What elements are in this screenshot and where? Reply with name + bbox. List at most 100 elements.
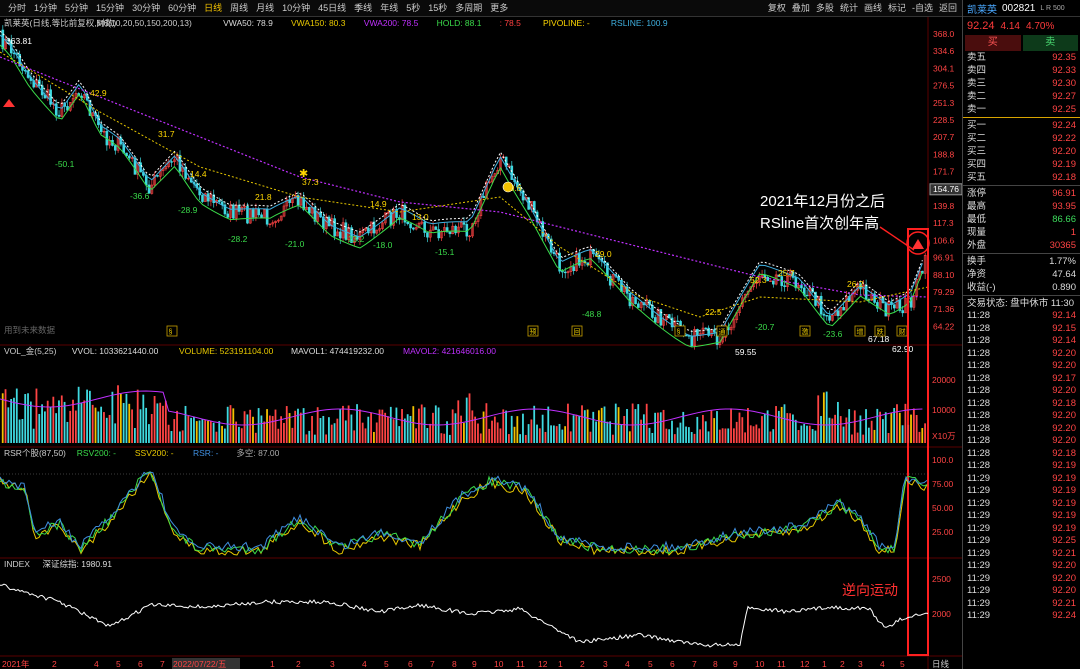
- tick-time: 11:29: [967, 522, 991, 534]
- volume-bar: [299, 412, 302, 443]
- volume-bar: [370, 412, 372, 443]
- volume-bar: [527, 424, 530, 443]
- tool-button[interactable]: 多股: [813, 0, 837, 17]
- tick-list[interactable]: 11:28 92.14 11:28 92.15 11:28 92.14 11:28 92.20…: [963, 310, 1080, 623]
- tick-time: 11:29: [967, 472, 991, 484]
- volume-bar: [631, 403, 634, 443]
- chart-area[interactable]: 凯莱英(日线,等比前复权,对数) M6(10,20,50,150,200,13) V…: [0, 17, 963, 669]
- candle-body: [783, 285, 786, 287]
- tick-row: 11:29 92.19: [963, 473, 1080, 486]
- period-tab[interactable]: 5分钟: [61, 0, 92, 17]
- row-label: 涨停: [967, 188, 987, 199]
- up-arrow-icon: [3, 99, 15, 107]
- tick-price: 92.21: [1052, 597, 1076, 609]
- period-tab[interactable]: 周线: [226, 0, 252, 17]
- volume-bar: [333, 423, 336, 443]
- tool-button[interactable]: 统计: [837, 0, 861, 17]
- price-axis-label: 96.91: [933, 253, 955, 263]
- volume-bar: [502, 409, 505, 443]
- volume-bar: [381, 409, 384, 443]
- volume-bar: [896, 404, 898, 443]
- volume-bar: [387, 416, 389, 443]
- bids-row: 买四 92.19: [963, 158, 1080, 171]
- tick-price: 92.15: [1052, 322, 1076, 334]
- candle-body: [822, 313, 826, 316]
- volume-bar: [882, 419, 884, 443]
- candle-body: [634, 297, 637, 305]
- price-change-pct: 4.70%: [1026, 20, 1055, 32]
- row-value: 92.30: [1052, 78, 1076, 89]
- price-axis-label: 79.29: [933, 287, 955, 297]
- tool-button[interactable]: 标记: [885, 0, 909, 17]
- annotation-text: 2021年12月份之后: [760, 193, 885, 210]
- tick-row: 11:28 92.14: [963, 310, 1080, 323]
- tick-time: 11:28: [967, 397, 991, 409]
- sell-button[interactable]: 卖: [1022, 35, 1078, 51]
- tick-time: 11:28: [967, 422, 991, 434]
- period-tab[interactable]: 月线: [252, 0, 278, 17]
- volume-bar: [52, 396, 55, 443]
- volume-bar: [530, 419, 533, 443]
- tool-button[interactable]: 复权: [765, 0, 789, 17]
- trade-status-row: 交易状态: 盘中休市 11:30: [963, 297, 1080, 310]
- candle-body: [712, 329, 716, 333]
- period-tab[interactable]: 45日线: [314, 0, 350, 17]
- tool-button[interactable]: 画线: [861, 0, 885, 17]
- buy-sell-buttons: 买 卖: [965, 35, 1078, 51]
- volume-bar: [578, 415, 581, 443]
- index-axis-label: 2500: [932, 574, 951, 584]
- volume-bar: [94, 407, 97, 443]
- period-tab[interactable]: 季线: [350, 0, 376, 17]
- tool-button[interactable]: 叠加: [789, 0, 813, 17]
- candle-body: [676, 320, 680, 323]
- period-tab[interactable]: 30分钟: [128, 0, 164, 17]
- candle-body: [800, 285, 803, 289]
- period-tab[interactable]: 1分钟: [30, 0, 61, 17]
- volume-bar: [755, 424, 758, 443]
- row-value: 92.20: [1052, 146, 1076, 157]
- period-tab[interactable]: 15分钟: [92, 0, 128, 17]
- chart-canvas[interactable]: 凯莱英(日线,等比前复权,对数)M6(10,20,50,150,200,13) V…: [0, 17, 963, 669]
- period-tab[interactable]: 年线: [376, 0, 402, 17]
- volume-axis-label: 20000: [932, 375, 956, 385]
- volume-bar: [834, 414, 836, 443]
- tick-row: 11:28 92.18: [963, 398, 1080, 411]
- period-tab[interactable]: 15秒: [424, 0, 451, 17]
- volume-bar: [744, 432, 747, 443]
- volume-bar: [583, 410, 586, 443]
- volume-bar: [1, 393, 4, 443]
- x-axis-label: 6: [138, 659, 143, 669]
- period-tab[interactable]: 更多: [486, 0, 512, 17]
- stats-row: 涨停 96.91: [963, 187, 1080, 200]
- volume-bar: [741, 417, 744, 443]
- period-tab[interactable]: 5秒: [402, 0, 424, 17]
- pivot-label: -48.8: [582, 309, 602, 319]
- volume-bar: [328, 417, 330, 443]
- volume-bar: [69, 410, 72, 443]
- period-tab[interactable]: 日线: [200, 0, 226, 17]
- buy-button[interactable]: 买: [965, 35, 1021, 51]
- volume-bar: [862, 434, 865, 443]
- period-tab[interactable]: 分时: [4, 0, 30, 17]
- tool-button[interactable]: 返回: [936, 0, 960, 17]
- chart-tools: 复权 叠加 多股 统计 画线 标记 -自选 返回: [765, 0, 960, 17]
- volume-bar: [204, 420, 207, 443]
- period-tab[interactable]: 60分钟: [164, 0, 200, 17]
- volume-bar: [319, 418, 322, 443]
- row-value: 92.35: [1052, 52, 1076, 63]
- volume-bar: [153, 395, 156, 443]
- period-tab[interactable]: 10分钟: [278, 0, 314, 17]
- rsr-legend-item: 多空: 87.00: [236, 448, 279, 458]
- tool-button[interactable]: -自选: [909, 0, 936, 17]
- candle-body: [426, 232, 429, 238]
- volume-bar: [350, 414, 353, 443]
- volume-bar: [190, 417, 193, 443]
- tick-time: 11:29: [967, 560, 991, 571]
- volume-bar: [828, 417, 831, 443]
- x-axis-label: 9: [733, 659, 738, 669]
- candle-body: [232, 204, 235, 219]
- x-axis-label: 2: [840, 659, 845, 669]
- period-tab[interactable]: 多周期: [451, 0, 486, 17]
- volume-bar: [499, 428, 502, 443]
- volume-bar: [10, 399, 13, 443]
